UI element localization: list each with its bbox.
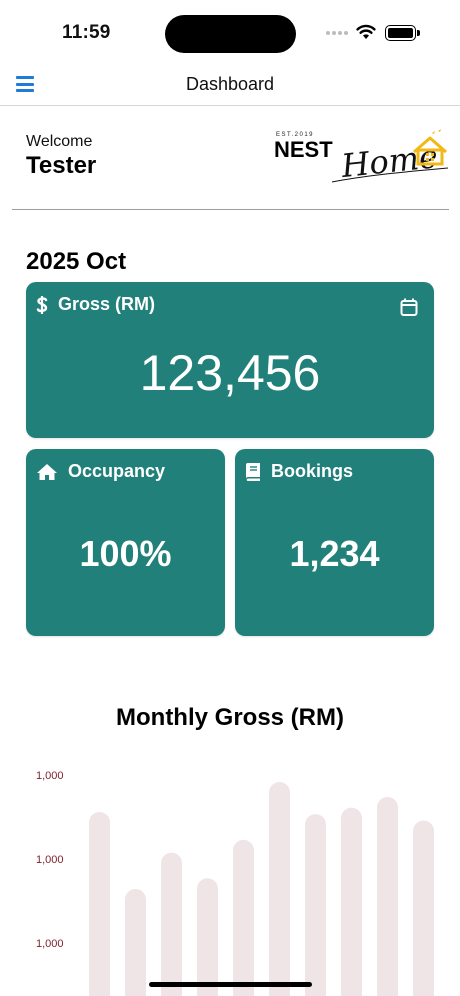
chart-bar[interactable]	[305, 814, 326, 996]
chart-bar[interactable]	[125, 889, 146, 996]
svg-text:NEST: NEST	[274, 137, 333, 162]
status-bar: 11:59	[0, 0, 460, 64]
chart-bar[interactable]	[89, 811, 110, 996]
user-name: Tester	[26, 152, 97, 179]
chart-bar[interactable]	[161, 852, 182, 996]
chart-bar[interactable]	[269, 782, 290, 996]
bookings-value: 1,234	[289, 533, 380, 574]
home-icon	[37, 463, 57, 480]
y-tick-label: 1,000	[36, 770, 64, 782]
dynamic-island	[165, 15, 296, 53]
y-tick-label: 1,000	[36, 938, 64, 950]
status-time: 11:59	[62, 22, 111, 43]
divider	[12, 209, 449, 210]
gross-card[interactable]: Gross (RM) 123,456	[26, 282, 434, 438]
chart-bar[interactable]	[197, 878, 218, 996]
chart-bar[interactable]	[233, 839, 254, 996]
chart-bar[interactable]	[377, 796, 398, 996]
nesthome-logo: EST.2019 NEST Home	[274, 129, 449, 185]
chart-bar[interactable]	[413, 820, 434, 996]
nav-title: Dashboard	[185, 74, 275, 94]
chart-bar[interactable]	[341, 807, 362, 996]
bookings-label: Bookings	[271, 461, 354, 481]
dollar-icon	[36, 295, 48, 314]
welcome-label: Welcome	[26, 133, 93, 150]
bookings-card[interactable]: Bookings 1,234	[235, 449, 434, 636]
monthly-gross-chart: 1,000 1,000 1,000	[36, 770, 434, 996]
battery-icon	[385, 25, 420, 41]
chart-title: Monthly Gross (RM)	[116, 704, 344, 731]
occupancy-card[interactable]: Occupancy 100%	[26, 449, 225, 636]
occupancy-value: 100%	[79, 533, 172, 574]
occupancy-label: Occupancy	[68, 461, 166, 481]
book-icon	[246, 462, 260, 481]
cellular-signal-icon	[326, 31, 348, 35]
gross-label: Gross (RM)	[58, 294, 156, 314]
home-indicator	[149, 982, 312, 987]
y-tick-label: 1,000	[36, 854, 64, 866]
period-label: 2025 Oct	[26, 248, 127, 275]
nav-bar: Dashboard	[0, 64, 460, 106]
gross-value: 123,456	[139, 345, 321, 401]
wifi-icon	[356, 24, 376, 39]
calendar-icon[interactable]	[400, 298, 418, 316]
